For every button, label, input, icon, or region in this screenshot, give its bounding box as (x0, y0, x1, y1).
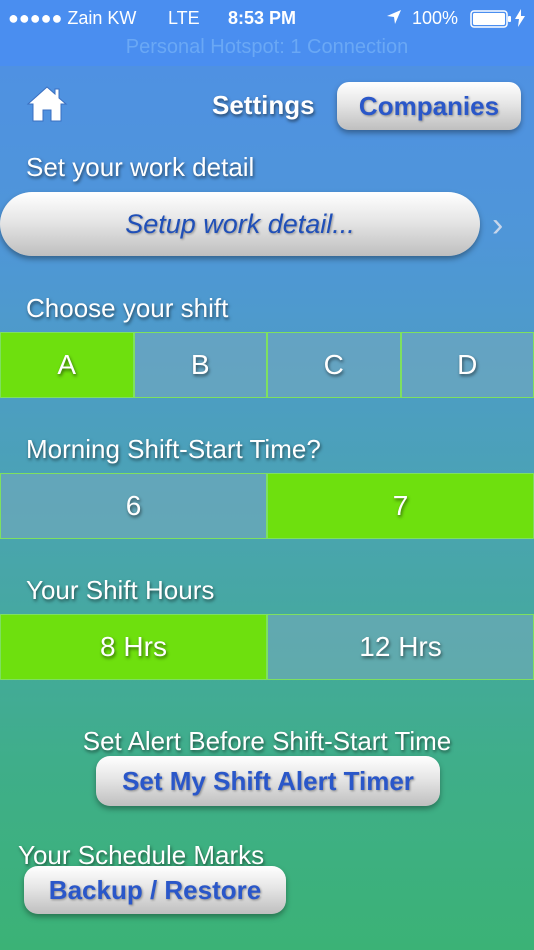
shift-hours-segmented-control: 8 Hrs 12 Hrs (0, 614, 534, 680)
shift-alert-timer-button[interactable]: Set My Shift Alert Timer (96, 756, 440, 806)
morning-start-segmented-control: 6 7 (0, 473, 534, 539)
clock: 8:53 PM (228, 8, 297, 28)
shift-segment-a[interactable]: A (0, 332, 134, 398)
carrier: ●●●●● Zain KW (8, 8, 137, 28)
shift-segmented-control: A B C D (0, 332, 534, 398)
start-segment-7[interactable]: 7 (267, 473, 534, 539)
setup-work-detail-button[interactable]: Setup work detail... (0, 192, 480, 256)
alert-label: Set Alert Before Shift-Start Time (82, 726, 452, 756)
navigation-bar: Settings Companies (0, 66, 534, 144)
battery-icon (470, 10, 512, 33)
hotspot-banner[interactable]: Personal Hotspot: 1 Connection (0, 36, 534, 59)
battery-percent: 100% (412, 8, 459, 28)
status-bar: ●●●●● Zain KW LTE 8:53 PM 100% Personal … (0, 0, 534, 66)
backup-restore-button[interactable]: Backup / Restore (24, 866, 286, 914)
shift-hours-label: Your Shift Hours (26, 575, 215, 605)
start-segment-6[interactable]: 6 (0, 473, 267, 539)
network-type: LTE (168, 8, 200, 28)
shift-segment-d[interactable]: D (400, 332, 534, 398)
chevron-right-icon[interactable]: › (492, 206, 503, 245)
shift-segment-b[interactable]: B (133, 332, 267, 398)
morning-start-label: Morning Shift-Start Time? (26, 434, 321, 464)
location-arrow-icon (386, 9, 402, 30)
hours-segment-12[interactable]: 12 Hrs (267, 614, 534, 680)
companies-button[interactable]: Companies (337, 82, 521, 130)
work-detail-label: Set your work detail (26, 152, 255, 182)
shift-label: Choose your shift (26, 293, 229, 323)
page-title: Settings (212, 90, 315, 120)
shift-segment-c[interactable]: C (267, 332, 401, 398)
hours-segment-8[interactable]: 8 Hrs (0, 614, 267, 680)
charging-bolt-icon (514, 9, 526, 32)
home-icon[interactable] (26, 84, 68, 124)
